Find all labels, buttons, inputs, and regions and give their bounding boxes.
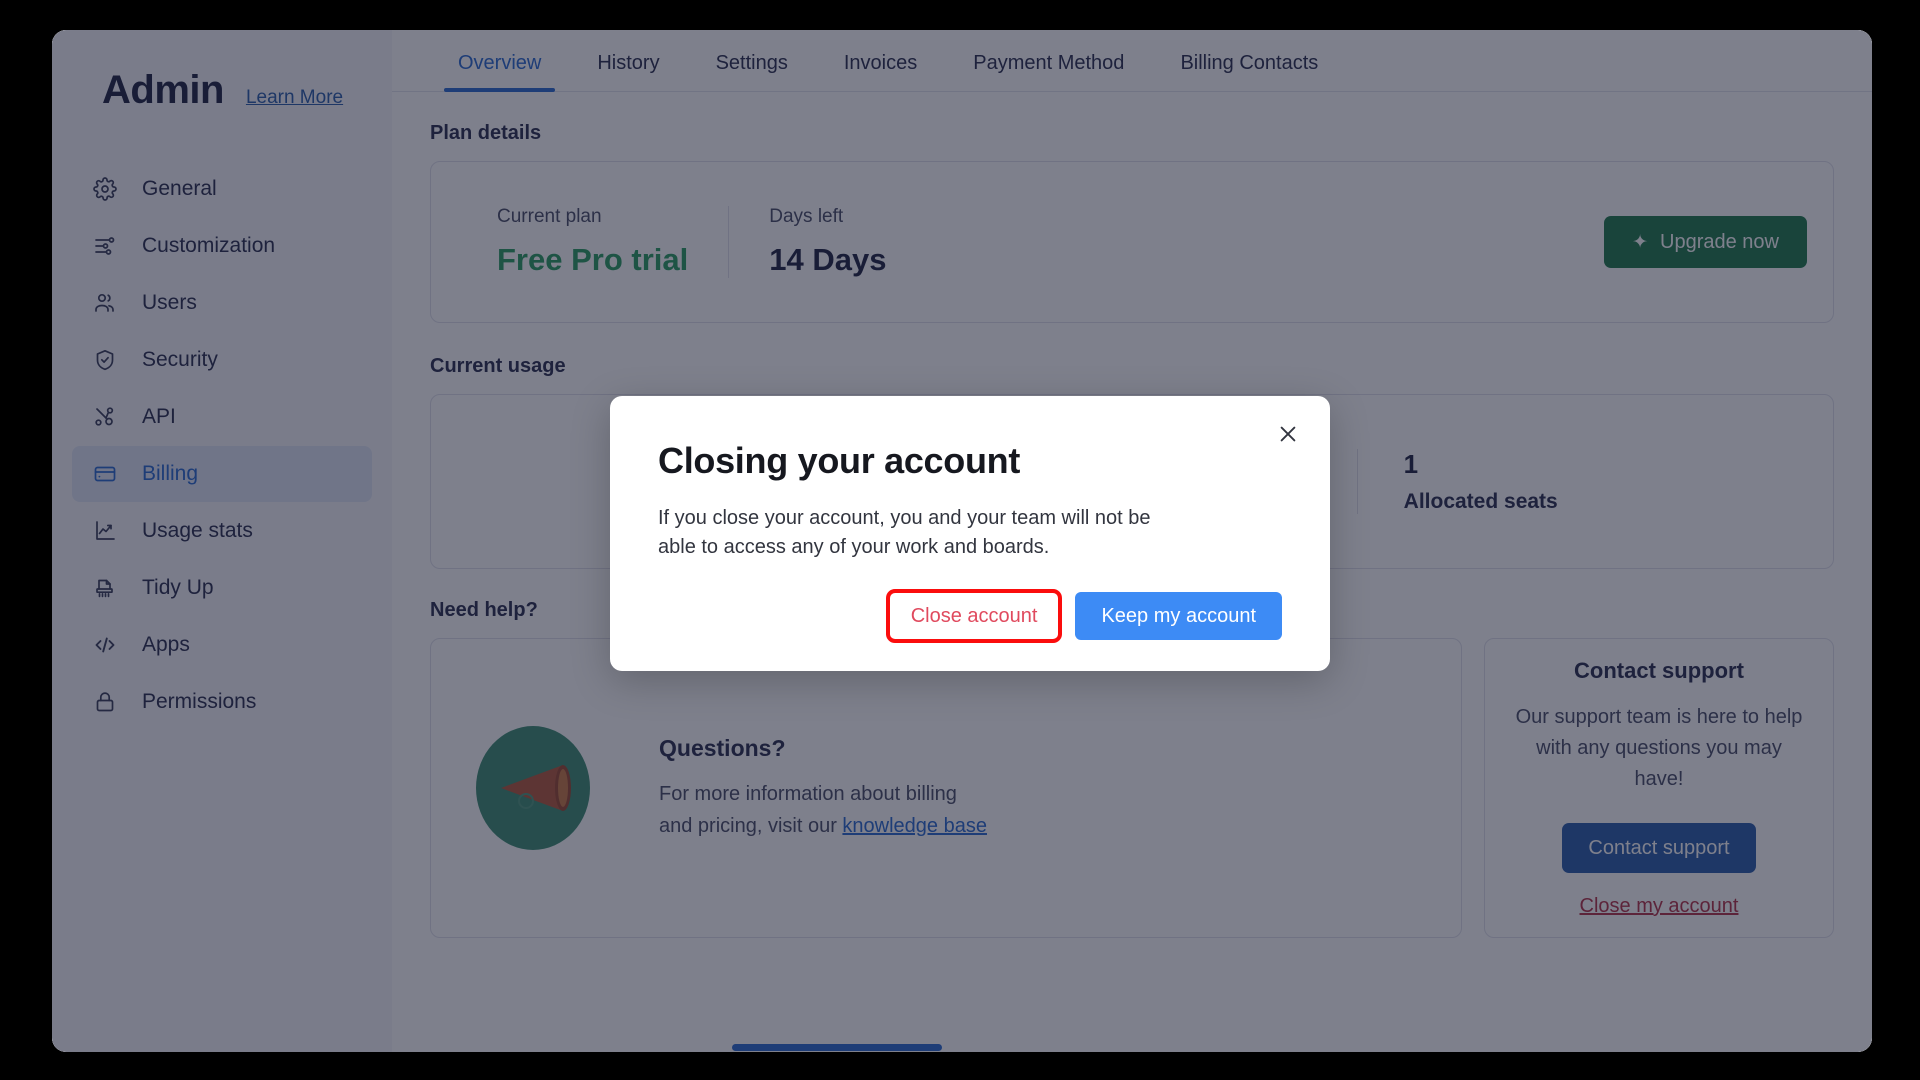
closing-account-modal: Closing your account If you close your a… <box>610 396 1330 671</box>
app-window: Admin Learn More General <box>52 30 1872 1052</box>
modal-title: Closing your account <box>658 440 1021 481</box>
close-account-button[interactable]: Close account <box>885 589 1063 643</box>
close-icon[interactable] <box>1268 414 1308 454</box>
modal-body-text: If you close your account, you and your … <box>658 507 1151 558</box>
keep-my-account-button[interactable]: Keep my account <box>1075 592 1282 640</box>
modal-action-row: Close account Keep my account <box>658 589 1282 643</box>
